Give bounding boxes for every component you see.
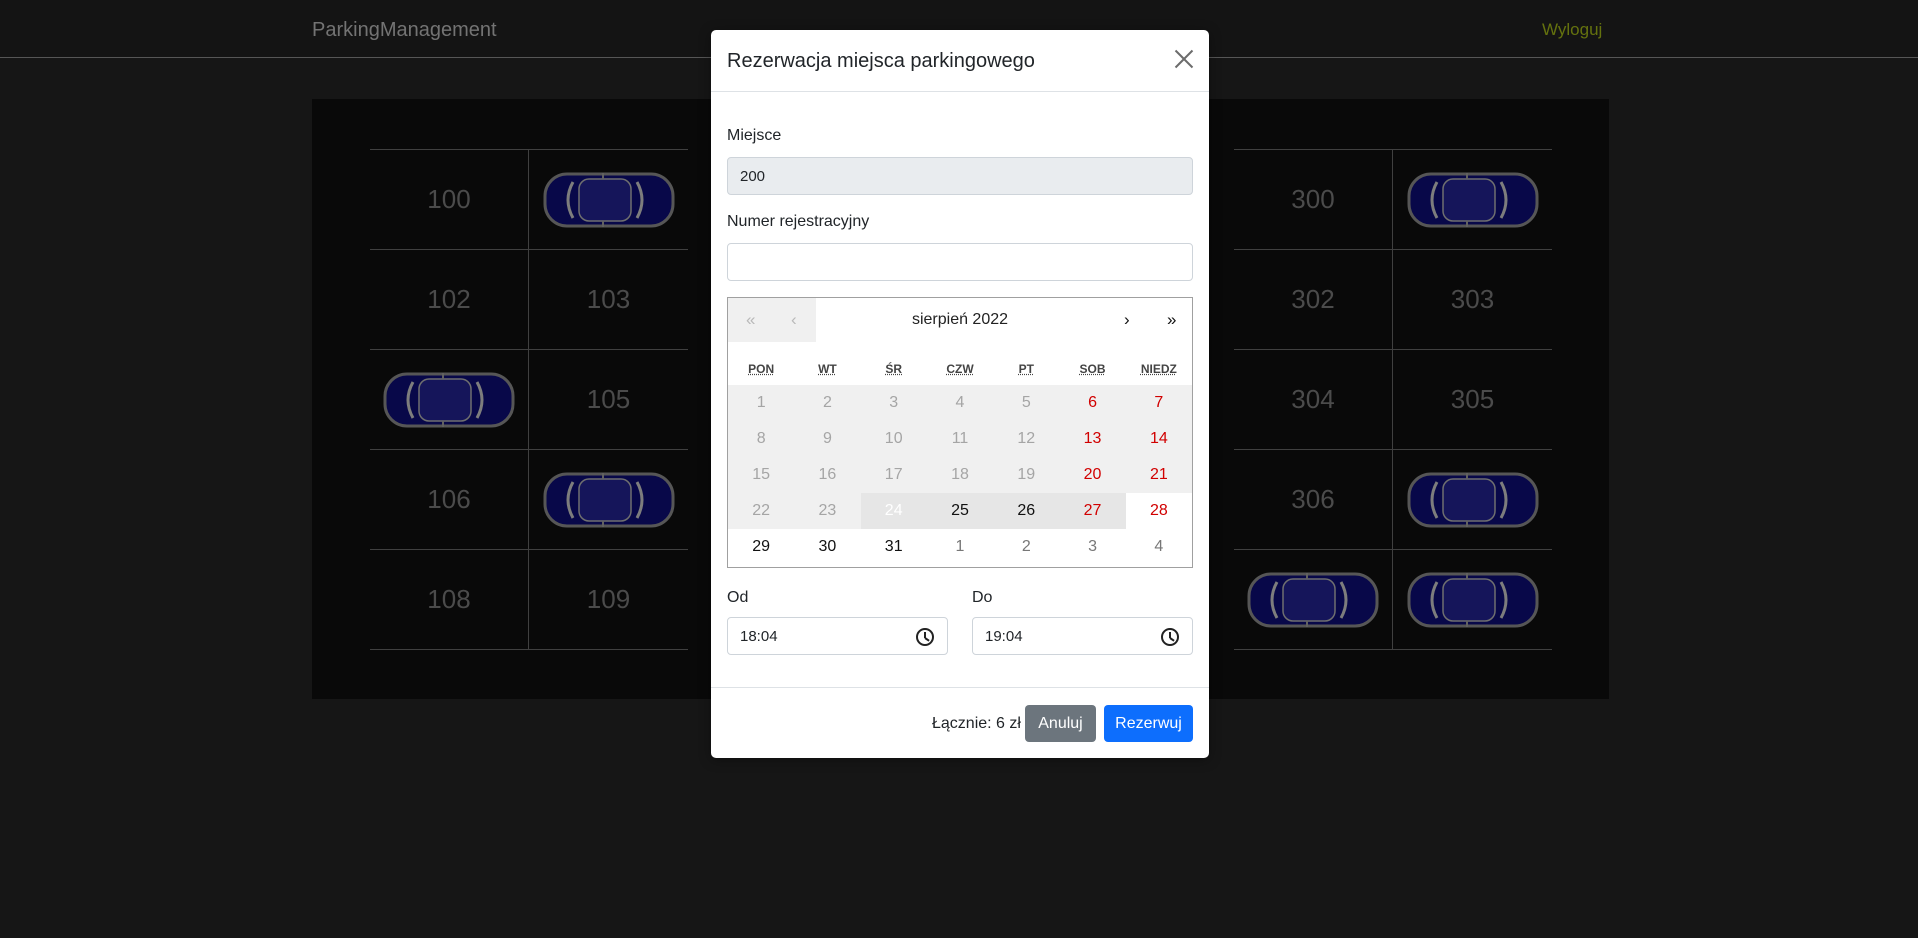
calendar-navigation: « ‹ sierpień 2022 › » — [728, 298, 1192, 342]
calendar-day: 22 — [728, 493, 795, 529]
plate-number-field[interactable] — [727, 243, 1193, 281]
prev-year-button[interactable]: « — [746, 310, 755, 330]
calendar-day[interactable]: 4 — [1125, 529, 1192, 565]
calendar-day: 13 — [1059, 421, 1126, 457]
calendar-day: 14 — [1125, 421, 1192, 457]
calendar-day: 23 — [794, 493, 861, 529]
calendar-day: 19 — [993, 457, 1060, 493]
calendar-day: 11 — [926, 421, 994, 457]
modal-title: Rezerwacja miejsca parkingowego — [727, 50, 1035, 72]
calendar-nav-disabled-area — [728, 298, 816, 342]
calendar-day[interactable]: 26 — [993, 493, 1060, 529]
calendar-day: 9 — [794, 421, 861, 457]
calendar-day: 20 — [1059, 457, 1126, 493]
weekday-header: CZW — [946, 362, 974, 376]
calendar-day[interactable]: 1 — [926, 529, 994, 565]
weekday-header: WT — [818, 362, 837, 376]
reservation-modal: Rezerwacja miejsca parkingowego Miejsce … — [711, 30, 1209, 758]
from-label: Od — [727, 589, 749, 606]
calendar-day: 10 — [860, 421, 927, 457]
calendar-day: 16 — [794, 457, 861, 493]
to-time-value: 19:04 — [985, 627, 1023, 645]
calendar-day: 3 — [860, 385, 927, 421]
calendar-day: 1 — [728, 385, 795, 421]
modal-footer: Łącznie: 6 zł Anuluj Rezerwuj — [711, 687, 1209, 758]
calendar-day: 5 — [993, 385, 1060, 421]
weekday-header: SOB — [1079, 362, 1106, 376]
clock-icon[interactable] — [916, 628, 934, 646]
next-year-button[interactable]: » — [1167, 310, 1176, 330]
calendar-day[interactable]: 3 — [1059, 529, 1126, 565]
calendar-day[interactable]: 25 — [926, 493, 994, 529]
calendar-day[interactable]: 29 — [728, 529, 795, 565]
calendar-day[interactable]: 27 — [1059, 493, 1126, 529]
to-label: Do — [972, 589, 993, 606]
calendar-day[interactable]: 30 — [794, 529, 861, 565]
calendar-day: 15 — [728, 457, 795, 493]
calendar-day[interactable]: 28 — [1125, 493, 1192, 529]
date-calendar: « ‹ sierpień 2022 › » PON WT ŚR CZW PT SOB NIE… — [727, 297, 1193, 568]
calendar-day: 18 — [926, 457, 994, 493]
total-price: Łącznie: 6 zł — [932, 715, 1021, 732]
reserve-button[interactable]: Rezerwuj — [1104, 705, 1193, 742]
from-time-value: 18:04 — [740, 627, 778, 645]
clock-icon[interactable] — [1161, 628, 1179, 646]
spot-label: Miejsce — [727, 127, 782, 144]
weekday-header: PON — [748, 362, 775, 376]
weekday-header: NIEDZ — [1140, 362, 1177, 376]
calendar-day: 17 — [860, 457, 927, 493]
spot-field — [727, 157, 1193, 195]
weekday-header: PT — [1018, 362, 1034, 376]
to-time-field[interactable]: 19:04 — [972, 617, 1193, 655]
calendar-day: 7 — [1125, 385, 1192, 421]
calendar-day: 8 — [728, 421, 795, 457]
calendar-day[interactable]: 31 — [860, 529, 927, 565]
calendar-day[interactable]: 2 — [993, 529, 1060, 565]
calendar-day: 2 — [794, 385, 861, 421]
weekday-header: ŚR — [885, 362, 903, 376]
calendar-weekdays: PON WT ŚR CZW PT SOB NIEDZ — [728, 362, 1192, 376]
calendar-day[interactable]: 24 — [860, 493, 927, 529]
plate-label: Numer rejestracyjny — [727, 213, 870, 230]
cancel-button[interactable]: Anuluj — [1025, 705, 1096, 742]
prev-month-button[interactable]: ‹ — [791, 310, 797, 330]
next-month-button[interactable]: › — [1124, 310, 1130, 330]
calendar-day: 21 — [1125, 457, 1192, 493]
calendar-day: 4 — [926, 385, 994, 421]
calendar-days: 1 2 3 4 5 6 7 8 9 10 11 12 13 14 15 16 17 18 19 20 21 22 23 24 2… — [728, 385, 1192, 565]
from-time-field[interactable]: 18:04 — [727, 617, 948, 655]
close-icon[interactable] — [1173, 48, 1195, 70]
calendar-day: 12 — [993, 421, 1060, 457]
calendar-day: 6 — [1059, 385, 1126, 421]
modal-header: Rezerwacja miejsca parkingowego — [711, 30, 1209, 92]
